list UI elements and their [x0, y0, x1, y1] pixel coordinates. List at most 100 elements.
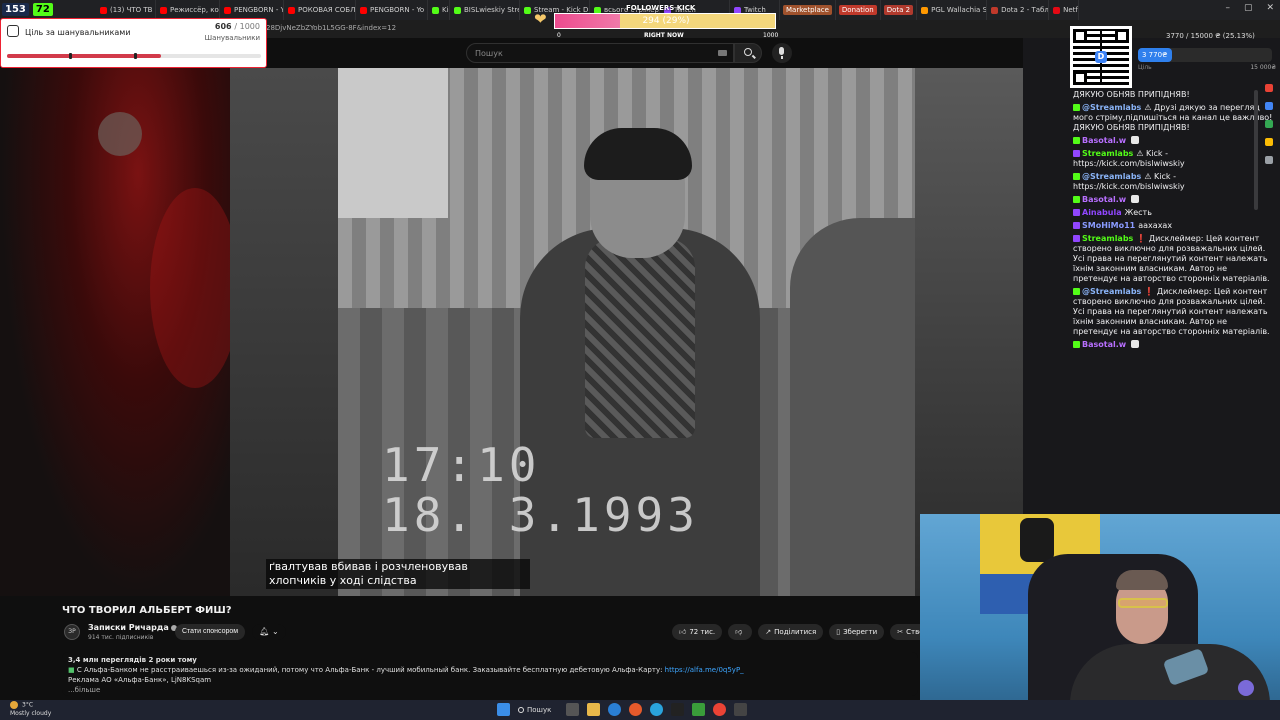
chat-username[interactable]: Streamlabs [1082, 234, 1133, 243]
chat-username[interactable]: Basotal.w [1082, 136, 1126, 145]
browser-tab-4[interactable]: PENGBORN - Yo [356, 0, 428, 20]
channel-avatar[interactable]: ЗР [64, 624, 80, 640]
start-icon[interactable] [497, 703, 510, 716]
voice-search-button[interactable] [772, 43, 792, 63]
app-icon-yellow[interactable] [1265, 138, 1273, 146]
app-icon-red[interactable] [1265, 84, 1273, 92]
app-icon-green[interactable] [1265, 120, 1273, 128]
browser-tab-0[interactable]: (13) ЧТО ТВ [96, 0, 156, 20]
chrome-icon[interactable] [713, 703, 726, 716]
chat-message: ДЯКУЮ ОБНЯВ ПРИПІДНЯВ! [1073, 90, 1273, 100]
chat-username[interactable]: @Streamlabs [1082, 172, 1141, 181]
bookmark-chip-label: Donation [838, 5, 877, 15]
close-window-icon[interactable]: ✕ [1266, 3, 1274, 13]
video-shadow [230, 68, 338, 596]
chat-username[interactable]: @Streamlabs [1082, 287, 1141, 296]
tab-favicon-icon [1053, 6, 1061, 14]
trident-emblem [1020, 518, 1054, 562]
tab-label: Kick [442, 6, 449, 14]
address-url[interactable]: 28DjvNeZbZYob1L5GG-8F&index=12 [266, 24, 396, 32]
description-link[interactable]: https://alfa.me/0q5yP_ [665, 666, 744, 674]
bookmark-chip-1[interactable]: Donation [836, 0, 881, 20]
search-icon [518, 706, 524, 713]
tab-favicon-icon [288, 6, 295, 14]
keyboard-icon[interactable] [718, 50, 727, 56]
video-info: ЧТО ТВОРИЛ АЛЬБЕРТ ФИШ? ЗР Записки Ричар… [0, 596, 935, 700]
telegram-icon[interactable] [650, 703, 663, 716]
chat-username[interactable]: Streamlabs [1082, 149, 1133, 158]
edge-icon[interactable] [608, 703, 621, 716]
description-text-1: С Альфа-Банком не расстраиваешься из-за … [76, 666, 665, 674]
screen: (13) ЧТО ТВ Режиссёр, когда PENGBORN - Yo Р… [0, 0, 1280, 720]
browser-tab-3[interactable]: РОКОВАЯ СОБЛ [284, 0, 356, 20]
task-view-icon[interactable] [566, 703, 579, 716]
dislike-button[interactable]: 👎︎ [728, 624, 753, 640]
app-icon-blue[interactable] [1265, 102, 1273, 110]
bookmark-chip-0[interactable]: Marketplace [780, 0, 836, 20]
browser-side-panel [1262, 84, 1276, 164]
video-player[interactable]: 17:10 18. 3.1993 [0, 68, 1023, 596]
tab-favicon-icon [360, 6, 367, 14]
windows-taskbar: 3°C Mostly cloudy Пошук [0, 700, 1280, 720]
chat-messages: ДЯКУЮ ОБНЯВ ПРИПІДНЯВ! @Streamlabs ⚠ Друзі… [1073, 90, 1273, 353]
minimize-icon[interactable]: – [1225, 3, 1230, 13]
browser-tab-1[interactable]: Режиссёр, когда [156, 0, 220, 20]
chat-username[interactable]: Basotal.w [1082, 340, 1126, 349]
channel-name-text[interactable]: Записки Ричарда [88, 623, 169, 632]
followers-kick-widget: ❤ FOLLOWERS KICK 294 (29%) 0 RIGHT NOW 1… [534, 0, 778, 40]
promo-icon: ■ [68, 666, 75, 674]
follower-goal-fill [7, 54, 161, 58]
video-description[interactable]: 3,4 млн переглядів 2 роки тому ■ С Альфа… [62, 652, 918, 696]
followers-kick-max: 1000 [763, 32, 779, 39]
chat-username[interactable]: SMoHiMo11 [1082, 221, 1135, 230]
weather-temp: 3°C [22, 701, 34, 709]
bookmark-chip-label: Dota 2 [883, 5, 914, 15]
obs-icon[interactable] [671, 703, 684, 716]
platform-badge-icon [1073, 341, 1080, 348]
show-more-link[interactable]: ...більше [68, 685, 912, 695]
search-button[interactable] [734, 43, 762, 63]
followers-kick-min: 0 [557, 32, 561, 39]
file-explorer-icon[interactable] [587, 703, 600, 716]
chat-emote-icon [1131, 195, 1140, 203]
follower-goal-bar [7, 53, 261, 59]
follower-goal-count: 606 / 1000 [215, 22, 260, 31]
firefox-icon[interactable] [629, 703, 642, 716]
weather-widget[interactable]: 3°C Mostly cloudy [10, 701, 51, 718]
scissors-icon: ✂ [897, 628, 904, 636]
lamp [1238, 680, 1254, 696]
browser-extra-tab-2[interactable]: Netflix [1049, 0, 1080, 20]
chat-text: аахахах [1138, 221, 1173, 230]
chat-username[interactable]: @Streamlabs [1082, 103, 1141, 112]
search-input[interactable]: Пошук [466, 43, 734, 63]
app-icon[interactable] [692, 703, 705, 716]
webcam-feed [920, 514, 1280, 720]
browser-extra-tab-1[interactable]: Dota 2 - Табличк [987, 0, 1050, 20]
bookmark-chip-2[interactable]: Dota 2 [881, 0, 918, 20]
chat-username[interactable]: Ainabula [1082, 208, 1122, 217]
browser-tab-2[interactable]: PENGBORN - Yo [220, 0, 284, 20]
join-button[interactable]: Стати спонсором [175, 624, 246, 640]
chat-username[interactable]: Basotal.w [1082, 195, 1126, 204]
chat-message: @Streamlabs ⚠ Kick - https://kick.com/bis… [1073, 172, 1273, 192]
steam-icon[interactable] [734, 703, 747, 716]
notifications-bell-button[interactable]: 🔔︎ ⌄ [252, 624, 286, 640]
taskbar-search[interactable]: Пошук [518, 706, 558, 714]
add-icon[interactable] [1265, 156, 1273, 164]
video-subtitle: ґвалтував вбивав і розчленовував хлопчик… [266, 559, 530, 589]
save-button[interactable]: ▯ Зберегти [829, 624, 885, 640]
browser-tab-6[interactable]: BISLwieskiy Stre [450, 0, 520, 20]
subscriber-count: 914 тис. підписників [88, 634, 154, 641]
tab-label: Netflix [1063, 6, 1078, 14]
donation-goal-max: 15 000₴ [1250, 64, 1276, 71]
browser-tab-5[interactable]: Kick [428, 0, 450, 20]
browser-extra-tab-0[interactable]: PGL Wallachia S [917, 0, 988, 20]
channel-name[interactable]: Записки Ричарда [88, 623, 177, 632]
like-button[interactable]: 👍︎ 72 тис. [672, 624, 723, 640]
thumbs-up-icon: 👍︎ [679, 628, 687, 636]
streamer-glasses [1118, 598, 1168, 608]
chat-scrollbar[interactable] [1254, 90, 1258, 210]
maximize-icon[interactable]: ▢ [1244, 3, 1253, 13]
share-button[interactable]: ↗ Поділитися [758, 624, 824, 640]
donation-goal-text: 3770 / 15000 ₴ (25.13%) [1166, 32, 1255, 40]
